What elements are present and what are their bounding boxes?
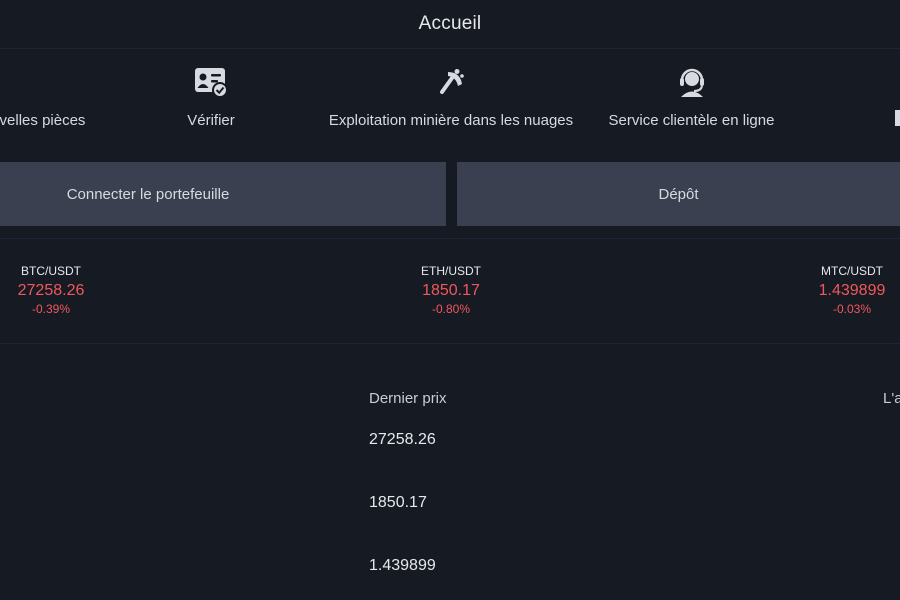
row-last-price: 1850.17 [369,494,427,511]
connect-wallet-label: Connecter le portefeuille [66,185,230,203]
quick-action-cloud-mining[interactable]: Exploitation minière dans les nuages [326,60,576,129]
page-header: Accueil [0,0,900,49]
quick-action-partial[interactable] [895,110,900,126]
ticker-pair: BTC/USDT [21,264,81,278]
quick-action-support[interactable]: Service clientèle en ligne [604,60,779,129]
divider [0,238,900,239]
row-last-price: 1.439899 [369,557,436,574]
ticker-eth[interactable]: ETH/USDT 1850.17 -0.80% [401,264,501,316]
ticker-change: -0.03% [832,302,872,316]
ticker-pair: MTC/USDT [821,264,883,278]
quick-actions-bar: velles pièces Vérifier Exploitation mini… [0,60,900,150]
new-coins-icon [0,60,95,98]
row-last-price: 27258.26 [369,431,436,448]
ticker-price: 27258.26 [17,282,85,299]
deposit-button[interactable]: Dépôt [457,162,900,226]
ticker-change: -0.39% [31,302,71,316]
headset-support-icon [604,60,779,98]
divider [0,343,900,344]
ticker-change: -0.80% [431,302,471,316]
ticker-mtc[interactable]: MTC/USDT 1.439899 -0.03% [802,264,900,316]
quick-action-label: velles pièces [0,112,86,129]
quick-action-label: Vérifier [187,112,235,129]
ticker-pair: ETH/USDT [421,264,481,278]
id-card-verify-icon [161,60,261,98]
quick-action-label: Service clientèle en ligne [608,112,775,129]
ticker-btc[interactable]: BTC/USDT 27258.26 -0.39% [0,264,102,316]
ticker-price: 1.439899 [818,282,886,299]
cloud-mining-icon [326,60,576,98]
quick-action-new-coins[interactable]: velles pièces [0,60,95,129]
column-header-partial: L'a [883,390,900,407]
ticker-price: 1850.17 [422,282,480,299]
page-title: Accueil [418,13,482,34]
connect-wallet-button[interactable]: Connecter le portefeuille [0,162,446,226]
quick-action-label: Exploitation minière dans les nuages [328,112,574,129]
column-header-last-price: Dernier prix [369,390,447,407]
quick-action-verify[interactable]: Vérifier [161,60,261,129]
deposit-label: Dépôt [658,185,699,203]
